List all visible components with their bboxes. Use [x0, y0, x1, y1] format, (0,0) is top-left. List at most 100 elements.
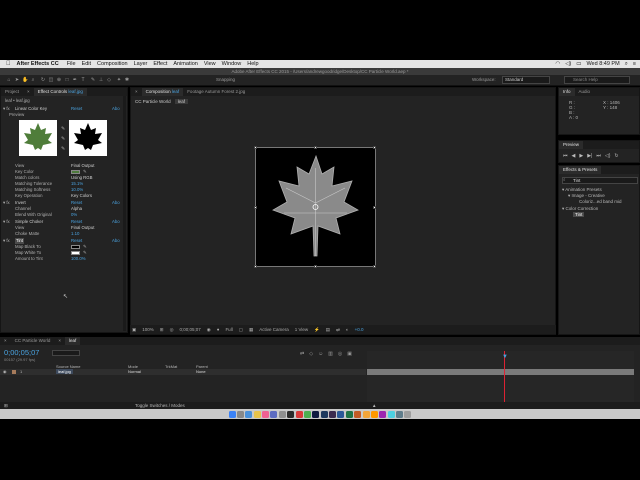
- loop-icon[interactable]: ↻: [614, 153, 618, 159]
- trash-icon[interactable]: [404, 410, 412, 418]
- transform-handle[interactable]: [314, 146, 317, 149]
- workspace-select[interactable]: Standard: [502, 76, 550, 84]
- timeline-tracks[interactable]: [367, 351, 634, 407]
- apple-icon[interactable]: : [6, 61, 11, 67]
- menu-composition[interactable]: Composition: [97, 61, 128, 67]
- zoom-out-icon[interactable]: ▲: [372, 402, 376, 409]
- brush-tool-icon[interactable]: ✎: [90, 77, 96, 83]
- audio-icon[interactable]: ◁): [605, 153, 611, 159]
- tab-cc-particle-world[interactable]: CC Particle World: [11, 337, 55, 345]
- pen-tool-icon[interactable]: ✒: [72, 77, 78, 83]
- layer-parent-select[interactable]: None: [196, 369, 206, 374]
- menu-help[interactable]: Help: [247, 61, 258, 67]
- snapshot-icon[interactable]: ◉: [207, 327, 211, 333]
- eyedropper-minus-icon[interactable]: ✎: [61, 146, 65, 152]
- puppet-tool-icon[interactable]: ✱: [124, 77, 130, 83]
- flowchart-icon[interactable]: ⇄: [336, 327, 340, 333]
- vlc-icon[interactable]: [370, 410, 378, 418]
- graph-editor-icon[interactable]: ▣: [347, 351, 352, 357]
- menu-layer[interactable]: Layer: [134, 61, 148, 67]
- transform-handle[interactable]: [314, 265, 317, 268]
- transform-handle[interactable]: [373, 206, 376, 209]
- label-color-swatch[interactable]: [12, 370, 16, 374]
- type-tool-icon[interactable]: T: [80, 77, 86, 83]
- pan-behind-tool-icon[interactable]: ⊕: [56, 77, 62, 83]
- transform-handle[interactable]: [254, 265, 257, 268]
- layer-row[interactable]: ◉ 1 leaf.jpg Normal None: [0, 369, 366, 375]
- prev-frame-icon[interactable]: ◀: [572, 153, 576, 159]
- prop-key-operation[interactable]: Key Operation Key Colors: [1, 193, 123, 199]
- roto-brush-icon[interactable]: ✦: [116, 77, 122, 83]
- timeline-timecode[interactable]: 0;00;05;07: [4, 348, 39, 357]
- after-effects-icon[interactable]: [312, 410, 320, 418]
- volume-icon[interactable]: ◁): [565, 61, 571, 67]
- play-icon[interactable]: ▶: [579, 153, 583, 159]
- shy-icon[interactable]: ☺: [318, 351, 323, 357]
- resolution-select[interactable]: Full: [225, 327, 232, 332]
- transform-handle[interactable]: [254, 206, 257, 209]
- system-preferences-icon[interactable]: [278, 410, 286, 418]
- exposure-value[interactable]: +0.0: [355, 327, 364, 332]
- rotate-tool-icon[interactable]: ↻: [40, 77, 46, 83]
- roi-icon[interactable]: ▢: [239, 327, 243, 333]
- tab-composition[interactable]: Composition leaf: [141, 88, 184, 96]
- ibooks-icon[interactable]: [362, 410, 370, 418]
- wifi-icon[interactable]: ◠: [555, 61, 560, 67]
- tab-audio[interactable]: Audio: [575, 88, 595, 96]
- close-icon[interactable]: ×: [0, 337, 11, 345]
- safari-icon[interactable]: [245, 410, 253, 418]
- white-color-swatch[interactable]: [71, 251, 80, 255]
- close-icon[interactable]: ×: [131, 88, 142, 96]
- comp-flowchart-icon[interactable]: ⇄: [300, 351, 304, 357]
- app-menu[interactable]: After Effects CC: [17, 61, 59, 67]
- prop-amount-to-tint[interactable]: Amount to Tint 100.0%: [1, 256, 123, 262]
- always-preview-icon[interactable]: ▣: [132, 327, 136, 333]
- exposure-reset-icon[interactable]: ◐: [346, 327, 349, 332]
- tab-preview[interactable]: Preview: [559, 141, 584, 149]
- maps-icon[interactable]: [387, 410, 395, 418]
- mask-icon[interactable]: ◎: [170, 327, 174, 333]
- battery-icon[interactable]: ▭: [576, 61, 581, 67]
- spotlight-icon[interactable]: ⌕: [625, 61, 628, 68]
- hand-tool-icon[interactable]: ✋: [22, 77, 28, 83]
- breadcrumb-layer[interactable]: leaf: [174, 98, 188, 104]
- timeline-search-input[interactable]: [52, 350, 80, 356]
- tab-info[interactable]: Info: [559, 88, 575, 96]
- tab-project[interactable]: Project: [1, 88, 23, 96]
- composition-canvas[interactable]: [254, 146, 376, 268]
- tree-colorize-preset[interactable]: Coloriz...ed band mid: [579, 199, 622, 204]
- powerpoint-icon[interactable]: [354, 410, 362, 418]
- itunes-icon[interactable]: [262, 410, 270, 418]
- clock[interactable]: Wed 8:49 PM: [586, 61, 619, 67]
- podcast-icon[interactable]: [379, 410, 387, 418]
- search-help-input[interactable]: Search Help: [564, 76, 630, 84]
- transform-handle[interactable]: [373, 265, 376, 268]
- next-frame-icon[interactable]: ▶|: [587, 153, 592, 159]
- transform-handle[interactable]: [373, 146, 376, 149]
- camera-select[interactable]: Active Camera: [259, 327, 289, 332]
- grid-icon[interactable]: ⊞: [160, 327, 164, 333]
- layer-mode-select[interactable]: Normal: [128, 369, 141, 374]
- transform-handle[interactable]: [254, 146, 257, 149]
- effects-search-input[interactable]: Tint: [562, 177, 638, 184]
- finder-icon[interactable]: [228, 410, 236, 418]
- layer-bar[interactable]: [367, 369, 634, 375]
- selection-tool-icon[interactable]: ➤: [14, 77, 20, 83]
- notification-icon[interactable]: ≡: [633, 61, 636, 67]
- eraser-tool-icon[interactable]: ◇: [106, 77, 112, 83]
- toggle-switches-icon[interactable]: ⊞: [4, 402, 8, 409]
- playhead-icon[interactable]: ▼: [502, 354, 508, 360]
- black-color-swatch[interactable]: [71, 245, 80, 249]
- eyedropper-icon[interactable]: ✎: [61, 126, 65, 132]
- key-color-swatch[interactable]: [71, 170, 80, 174]
- color-channel-icon[interactable]: ●: [217, 327, 220, 332]
- layer-name[interactable]: leaf.jpg: [56, 369, 73, 374]
- notes-icon[interactable]: [253, 410, 261, 418]
- motion-blur-icon[interactable]: ◎: [338, 351, 342, 357]
- prop-blend-with-original[interactable]: Blend With Original 0%: [1, 212, 123, 218]
- toggle-switches-modes[interactable]: Toggle Switches / Modes: [135, 402, 185, 409]
- clone-tool-icon[interactable]: ⊥: [98, 77, 104, 83]
- camera-tool-icon[interactable]: ◫: [48, 77, 54, 83]
- app-store-icon[interactable]: [270, 410, 278, 418]
- zoom-tool-icon[interactable]: ⌕: [30, 77, 36, 83]
